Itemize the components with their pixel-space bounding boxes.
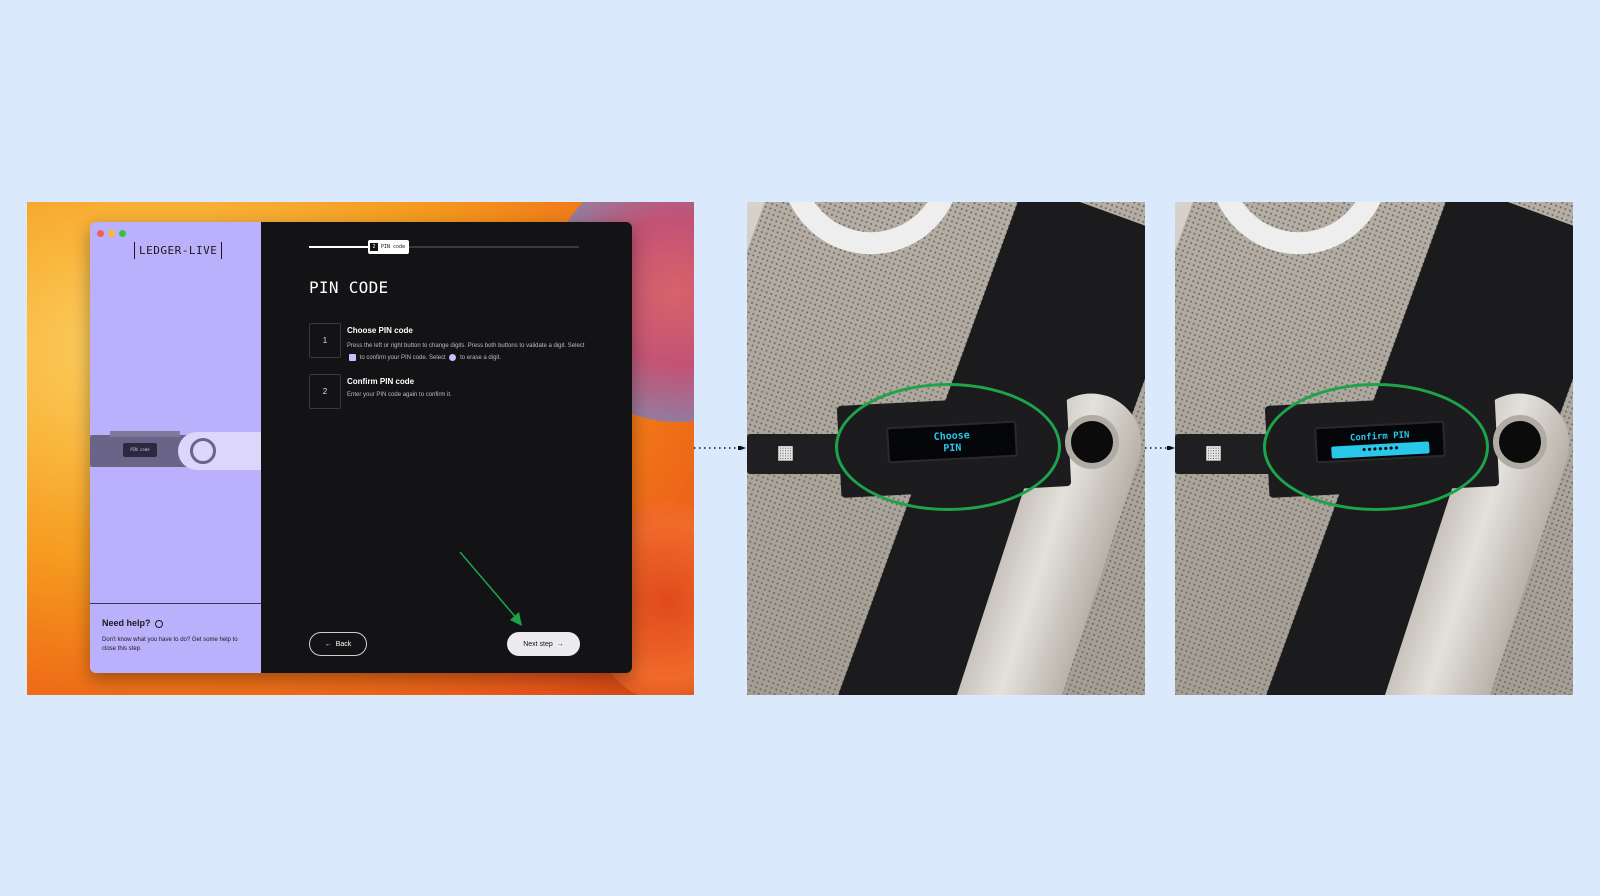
nano-device-illustration: PIN code [90,429,261,473]
instruction-step-1: 1 Choose PIN code Press the left or righ… [309,323,587,364]
current-step-badge: 2 PIN code [368,240,410,254]
step-number-box: 1 [309,323,341,358]
device-screen: PIN code [123,443,157,457]
close-window-button[interactable] [97,230,104,237]
step-text-part: Press the left or right button to change… [347,343,585,349]
adapter-logo-icon: ▦ [1205,442,1223,462]
progress-fill [309,246,369,248]
step-text-part: to confirm your PIN code. Select [359,355,446,361]
next-step-button-label: Next step [523,640,553,648]
step-text: Enter your PIN code again to confirm it. [347,392,452,398]
step-text: Press the left or right button to change… [347,340,587,364]
green-arrow-annotation [459,551,522,626]
dotted-arrow-connector [694,446,746,450]
maximize-window-button[interactable] [119,230,126,237]
ledger-live-logo: LEDGER-LIVE [134,242,223,259]
back-button-label: Back [335,640,352,648]
usb-adapter [1175,434,1275,474]
step-text-part: to erase a digit. [460,355,502,361]
arrow-right-icon: → [556,640,564,648]
progress-bar [309,246,579,248]
step-title: Choose PIN code [347,326,413,335]
instruction-step-2: 2 Confirm PIN code Enter your PIN code a… [309,374,587,409]
check-icon [349,353,356,361]
swivel-hole [1493,415,1547,469]
help-text: Don't know what you have to do? Get some… [102,637,238,652]
help-icon[interactable] [155,619,164,628]
device-screen-label: PIN code [130,447,150,452]
device-button [110,431,180,437]
adapter-logo-icon: ▦ [777,442,795,462]
device-ring [190,438,216,464]
step-title: Confirm PIN code [347,377,415,386]
device-photo-confirm-pin: ▦ Confirm PIN ••••••• [1175,202,1573,695]
help-title[interactable]: Need help? [102,618,249,628]
page-title: PIN CODE [309,278,389,297]
main-content: 2 PIN code PIN CODE 1 Choose PIN code Pr… [261,222,632,673]
green-ellipse-annotation [1263,383,1489,511]
minimize-window-button[interactable] [108,230,115,237]
help-section: Need help? Don't know what you have to d… [90,603,261,673]
ledger-live-screenshot: LEDGER-LIVE PIN code Need help? Don't kn… [27,202,694,695]
green-ellipse-annotation [835,383,1061,511]
arrow-left-icon: ← [324,640,332,648]
erase-icon [449,353,457,361]
next-step-button[interactable]: Next step → [507,632,580,656]
step-number: 2 [370,243,378,251]
app-window: LEDGER-LIVE PIN code Need help? Don't kn… [90,222,632,673]
window-controls [97,230,126,237]
sidebar: LEDGER-LIVE PIN code Need help? Don't kn… [90,222,261,673]
usb-adapter [747,434,847,474]
step-number-box: 2 [309,374,341,409]
help-title-text: Need help? [102,618,151,628]
swivel-hole [1065,415,1119,469]
dotted-arrow-connector [1145,446,1175,450]
device-photo-choose-pin: ▦ Choose PIN [747,202,1145,695]
back-button[interactable]: ← Back [309,632,367,656]
step-label: PIN code [381,244,406,250]
